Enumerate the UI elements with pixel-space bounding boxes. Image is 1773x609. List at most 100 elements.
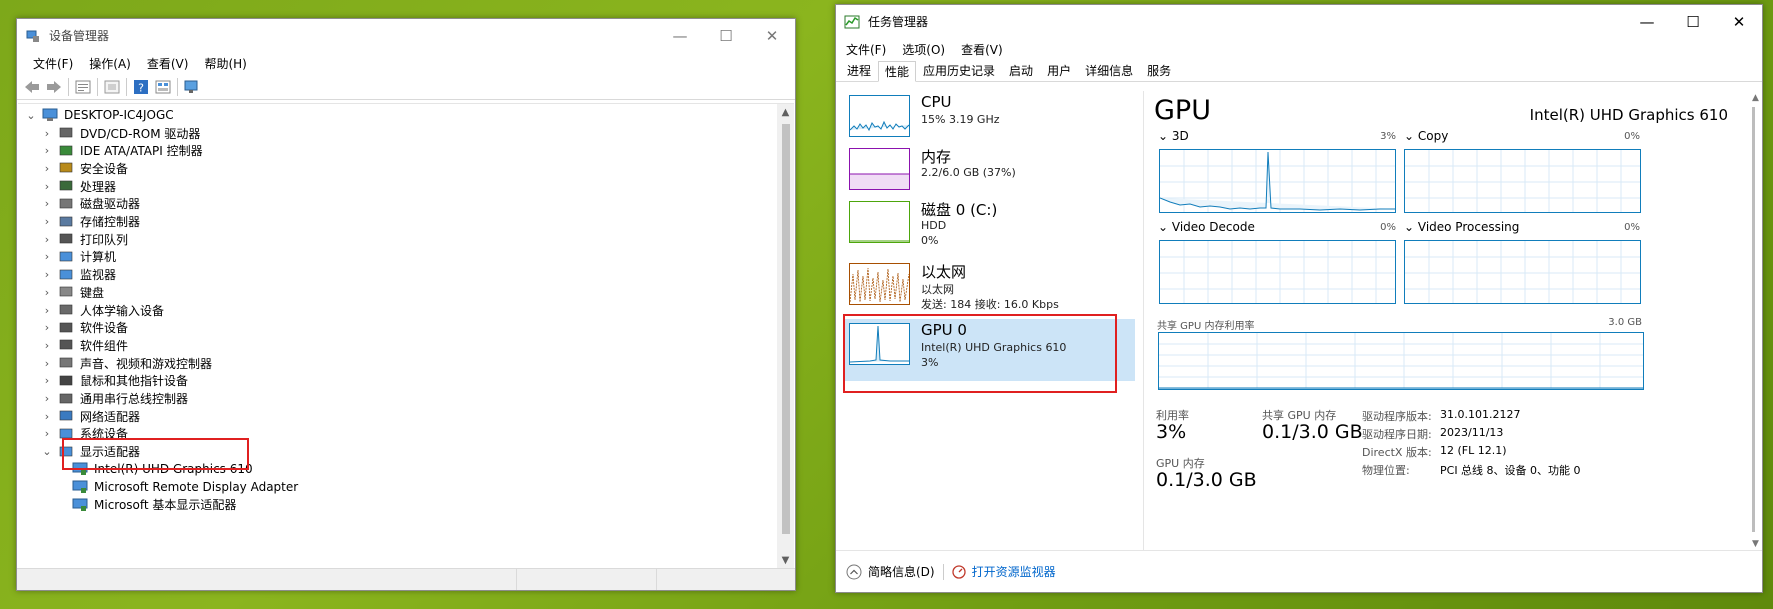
engine-label-video-decode[interactable]: ⌄ Video Decode <box>1158 220 1255 234</box>
engine-label-video-processing[interactable]: ⌄ Video Processing <box>1404 220 1519 234</box>
chevron-right-icon[interactable]: › <box>40 339 54 352</box>
maximize-button[interactable]: ☐ <box>1670 5 1716 38</box>
fewer-details-button[interactable]: 简略信息(D) <box>846 563 935 580</box>
devmgr-toolbar: ? <box>17 74 795 100</box>
minimize-button[interactable]: — <box>1624 5 1670 38</box>
back-arrow-icon[interactable] <box>21 76 43 98</box>
scroll-thumb[interactable] <box>782 124 790 534</box>
perf-sub: 以太网 <box>921 283 954 296</box>
perf-item-disk[interactable]: 磁盘 0 (C:) HDD 0% <box>845 197 1135 259</box>
resources-icon[interactable] <box>152 76 174 98</box>
perf-sub: 15% 3.19 GHz <box>921 113 1000 126</box>
shared-gpu-mem-value: 0.1/3.0 GB <box>1262 421 1363 443</box>
forward-arrow-icon[interactable] <box>43 76 65 98</box>
scroll-down-icon[interactable]: ▼ <box>777 552 794 569</box>
chevron-right-icon[interactable]: › <box>40 357 54 370</box>
engine-label-3d[interactable]: ⌄ 3D <box>1158 129 1189 143</box>
devmgr-statusbar <box>17 568 795 590</box>
processor-icon <box>59 180 73 191</box>
engine-pct-copy: 0% <box>1624 131 1640 142</box>
scroll-down-icon[interactable]: ▼ <box>1752 539 1759 549</box>
pane-divider[interactable] <box>1143 91 1144 551</box>
chevron-right-icon[interactable]: › <box>40 215 54 228</box>
device-manager-window: 设备管理器 — ☐ ✕ 文件(F) 操作(A) 查看(V) 帮助(H) ? ⌄ … <box>16 18 796 591</box>
device-manager-icon <box>26 30 39 42</box>
menu-file[interactable]: 文件(F) <box>838 41 894 58</box>
display-adapter-item[interactable]: Microsoft 基本显示适配器 <box>72 495 236 515</box>
taskmgr-titlebar[interactable]: 任务管理器 — ☐ ✕ <box>836 5 1762 38</box>
tree-item-label: 磁盘驱动器 <box>80 197 141 212</box>
tab-processes[interactable]: 进程 <box>840 60 878 81</box>
tab-services[interactable]: 服务 <box>1140 60 1178 81</box>
display-adapter-label: Microsoft 基本显示适配器 <box>94 498 237 513</box>
graph-3d <box>1159 149 1396 213</box>
menu-action[interactable]: 操作(A) <box>81 55 139 72</box>
tree-root[interactable]: ⌄ DESKTOP-IC4JOGC <box>24 105 173 125</box>
minimize-button[interactable]: — <box>657 19 703 52</box>
chevron-down-icon[interactable]: ⌄ <box>24 109 38 122</box>
gpu-title: GPU <box>1154 95 1211 126</box>
chevron-right-icon[interactable]: › <box>40 144 54 157</box>
taskmgr-footer: 简略信息(D) 打开资源监视器 <box>836 550 1762 592</box>
tab-startup[interactable]: 启动 <box>1002 60 1040 81</box>
display-adapter-icon <box>72 480 88 493</box>
scroll-up-icon[interactable]: ▲ <box>777 104 794 122</box>
tab-performance[interactable]: 性能 <box>878 61 917 82</box>
devmgr-titlebar[interactable]: 设备管理器 — ☐ ✕ <box>17 19 795 52</box>
maximize-button[interactable]: ☐ <box>703 19 749 52</box>
open-resource-monitor-link[interactable]: 打开资源监视器 <box>951 563 1056 580</box>
tree-item-label: 软件设备 <box>80 321 129 336</box>
task-manager-window: 任务管理器 — ☐ ✕ 文件(F) 选项(O) 查看(V) 进程 性能 应用历史… <box>835 4 1763 593</box>
menu-help[interactable]: 帮助(H) <box>196 55 254 72</box>
chevron-right-icon[interactable]: › <box>40 268 54 281</box>
scan-hardware-icon[interactable] <box>181 76 203 98</box>
perf-sub: 0% <box>921 234 939 247</box>
dvd-icon <box>59 127 73 138</box>
tree-item-label: 处理器 <box>80 179 117 194</box>
close-button[interactable]: ✕ <box>1716 5 1762 38</box>
properties-icon[interactable] <box>72 76 94 98</box>
engine-label-copy[interactable]: ⌄ Copy <box>1404 129 1448 143</box>
chevron-right-icon[interactable]: › <box>40 286 54 299</box>
chevron-right-icon[interactable]: › <box>40 321 54 334</box>
chevron-right-icon[interactable]: › <box>40 427 54 440</box>
tab-users[interactable]: 用户 <box>1040 60 1078 81</box>
update-driver-icon[interactable] <box>101 76 123 98</box>
chevron-right-icon[interactable]: › <box>40 180 54 193</box>
close-button[interactable]: ✕ <box>749 19 795 52</box>
chevron-right-icon[interactable]: › <box>40 374 54 387</box>
perf-item-ethernet[interactable]: 以太网 以太网 发送: 184 接收: 16.0 Kbps <box>845 259 1135 321</box>
scroll-thumb[interactable] <box>1752 107 1755 532</box>
vertical-scrollbar[interactable]: ▲ ▼ <box>777 104 794 569</box>
vertical-scrollbar[interactable]: ▲ ▼ <box>1745 91 1762 551</box>
menu-view[interactable]: 查看(V) <box>953 41 1011 58</box>
devmgr-menubar: 文件(F) 操作(A) 查看(V) 帮助(H) <box>17 52 795 74</box>
tab-app-history[interactable]: 应用历史记录 <box>916 60 1002 81</box>
tree-item-label: 计算机 <box>80 250 117 265</box>
open-resource-monitor-label: 打开资源监视器 <box>971 565 1056 579</box>
menu-file[interactable]: 文件(F) <box>25 55 81 72</box>
chevron-right-icon[interactable]: › <box>40 197 54 210</box>
help-icon[interactable]: ? <box>130 76 152 98</box>
computer-icon <box>42 108 58 121</box>
menu-options[interactable]: 选项(O) <box>894 41 953 58</box>
taskmgr-menubar: 文件(F) 选项(O) 查看(V) <box>836 38 1762 60</box>
tree-item-label: 鼠标和其他指针设备 <box>80 374 189 389</box>
display-adapter-icon <box>72 498 88 511</box>
graph-shared-memory <box>1158 332 1644 390</box>
chevron-down-icon[interactable]: ⌄ <box>40 445 54 458</box>
chevron-right-icon[interactable]: › <box>40 304 54 317</box>
menu-view[interactable]: 查看(V) <box>139 55 197 72</box>
disk-drive-icon <box>59 198 73 209</box>
chevron-right-icon[interactable]: › <box>40 410 54 423</box>
physical-location-label: 物理位置: <box>1362 464 1410 477</box>
chevron-right-icon[interactable]: › <box>40 233 54 246</box>
chevron-right-icon[interactable]: › <box>40 250 54 263</box>
chevron-right-icon[interactable]: › <box>40 392 54 405</box>
mouse-icon <box>59 375 73 386</box>
tree-item-label: 存储控制器 <box>80 215 141 229</box>
chevron-right-icon[interactable]: › <box>40 127 54 140</box>
tab-details[interactable]: 详细信息 <box>1078 60 1140 81</box>
chevron-right-icon[interactable]: › <box>40 162 54 175</box>
scroll-up-icon[interactable]: ▲ <box>1752 93 1759 103</box>
